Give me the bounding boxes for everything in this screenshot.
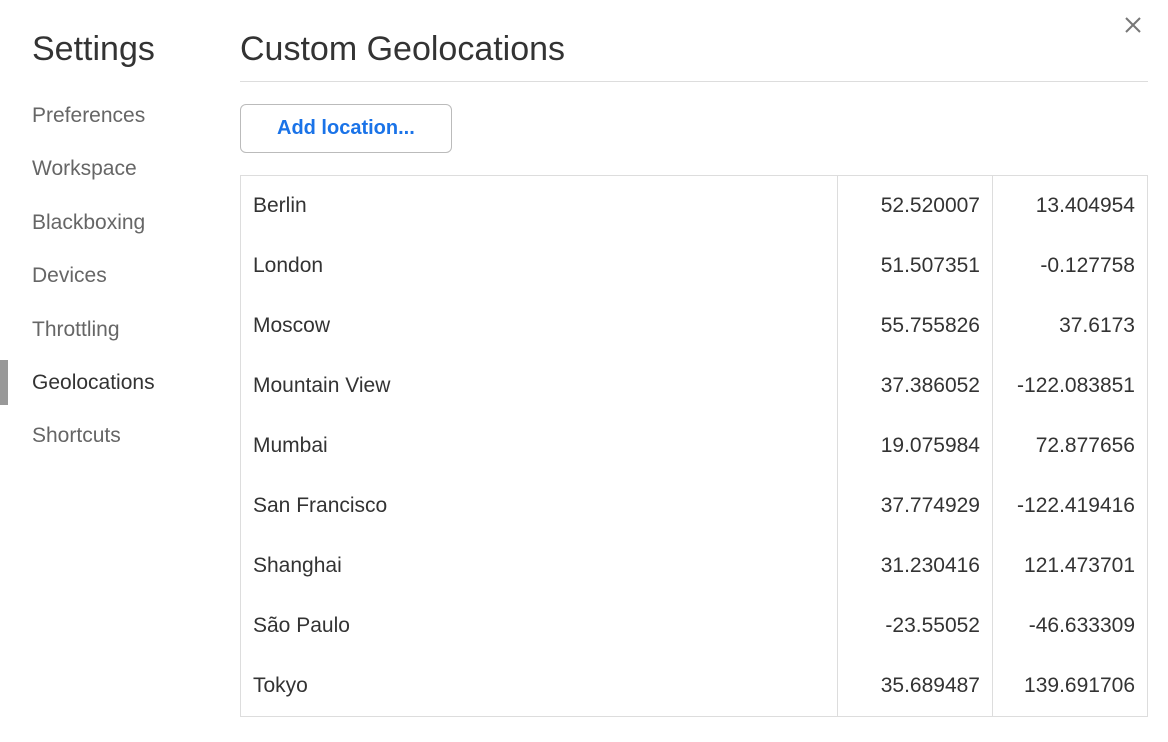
location-latitude: -23.55052 [838,596,993,656]
location-longitude: 121.473701 [993,536,1148,596]
sidebar-item-blackboxing[interactable]: Blackboxing [28,196,240,249]
sidebar-item-shortcuts[interactable]: Shortcuts [28,409,240,462]
location-longitude: 139.691706 [993,656,1148,717]
location-longitude: -0.127758 [993,236,1148,296]
location-latitude: 37.774929 [838,476,993,536]
table-row[interactable]: Shanghai31.230416121.473701 [241,536,1148,596]
page-title: Custom Geolocations [240,30,1148,69]
settings-sidebar: Settings PreferencesWorkspaceBlackboxing… [0,30,240,742]
sidebar-item-preferences[interactable]: Preferences [28,89,240,142]
location-name: San Francisco [241,476,838,536]
location-name: Shanghai [241,536,838,596]
location-name: Berlin [241,176,838,237]
location-name: Mountain View [241,356,838,416]
table-row[interactable]: Berlin52.52000713.404954 [241,176,1148,237]
location-longitude: 37.6173 [993,296,1148,356]
location-latitude: 37.386052 [838,356,993,416]
location-latitude: 55.755826 [838,296,993,356]
main-panel: Custom Geolocations Add location... Berl… [240,30,1168,742]
table-row[interactable]: London51.507351-0.127758 [241,236,1148,296]
location-longitude: -46.633309 [993,596,1148,656]
sidebar-item-throttling[interactable]: Throttling [28,303,240,356]
location-name: Mumbai [241,416,838,476]
close-button[interactable] [1120,14,1146,40]
table-row[interactable]: San Francisco37.774929-122.419416 [241,476,1148,536]
locations-table: Berlin52.52000713.404954London51.507351-… [240,175,1148,717]
close-icon [1124,16,1142,39]
location-longitude: -122.419416 [993,476,1148,536]
location-latitude: 31.230416 [838,536,993,596]
location-latitude: 51.507351 [838,236,993,296]
location-name: São Paulo [241,596,838,656]
location-longitude: 72.877656 [993,416,1148,476]
table-row[interactable]: Tokyo35.689487139.691706 [241,656,1148,717]
add-location-button[interactable]: Add location... [240,104,452,153]
location-latitude: 19.075984 [838,416,993,476]
location-name: Tokyo [241,656,838,717]
sidebar-item-devices[interactable]: Devices [28,249,240,302]
location-name: Moscow [241,296,838,356]
divider [240,81,1148,82]
table-row[interactable]: Moscow55.75582637.6173 [241,296,1148,356]
location-name: London [241,236,838,296]
table-row[interactable]: Mountain View37.386052-122.083851 [241,356,1148,416]
sidebar-item-workspace[interactable]: Workspace [28,142,240,195]
location-latitude: 35.689487 [838,656,993,717]
location-longitude: 13.404954 [993,176,1148,237]
sidebar-item-geolocations[interactable]: Geolocations [28,356,240,409]
table-row[interactable]: São Paulo-23.55052-46.633309 [241,596,1148,656]
location-latitude: 52.520007 [838,176,993,237]
settings-title: Settings [28,30,240,69]
location-longitude: -122.083851 [993,356,1148,416]
table-row[interactable]: Mumbai19.07598472.877656 [241,416,1148,476]
